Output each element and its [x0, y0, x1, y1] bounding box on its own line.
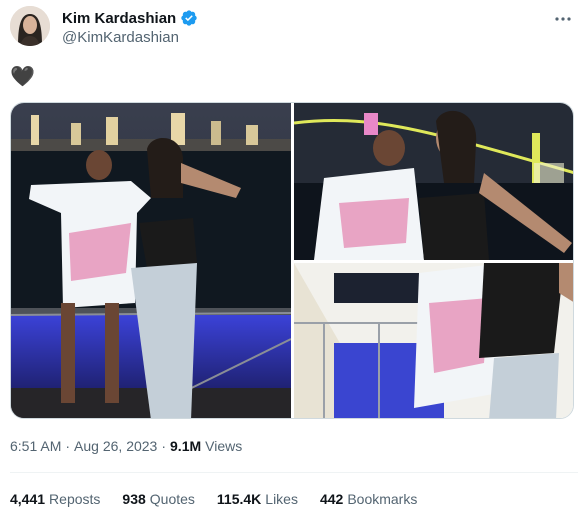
bookmarks-count: 442	[319, 491, 344, 507]
likes-count: 115.4K	[216, 491, 262, 507]
bookmarks-label: Bookmarks	[347, 491, 418, 507]
verified-badge-icon	[180, 9, 198, 27]
reposts-count: 4,441	[10, 491, 46, 507]
photo-3[interactable]	[294, 263, 573, 418]
meta-separator: ·	[161, 438, 167, 454]
photo-1-image	[11, 103, 291, 418]
photo-2-image	[294, 103, 573, 260]
views-count: 9.1M	[170, 438, 202, 454]
tweet-date[interactable]: Aug 26, 2023	[74, 438, 157, 454]
avatar[interactable]	[10, 6, 50, 46]
quotes-stat[interactable]: 938 Quotes	[122, 491, 195, 507]
photo-2[interactable]	[294, 103, 573, 260]
tweet-time[interactable]: 6:51 AM	[10, 438, 61, 454]
tweet-header: Kim Kardashian @KimKardashian	[10, 6, 578, 48]
likes-label: Likes	[265, 491, 298, 507]
display-name[interactable]: Kim Kardashian	[62, 10, 176, 27]
quotes-count: 938	[122, 491, 146, 507]
divider	[10, 472, 578, 473]
name-row: Kim Kardashian	[62, 9, 198, 27]
engagement-stats: 4,441 Reposts 938 Quotes 115.4K Likes 442 Bo…	[10, 491, 439, 507]
reposts-label: Reposts	[49, 491, 101, 507]
meta-separator: ·	[65, 438, 71, 454]
photo-1[interactable]	[11, 103, 291, 418]
tweet-meta: 6:51 AM · Aug 26, 2023 · 9.1M Views	[10, 438, 242, 454]
quotes-label: Quotes	[149, 491, 195, 507]
media-grid	[10, 102, 574, 419]
photo-3-image	[294, 263, 573, 418]
likes-stat[interactable]: 115.4K Likes	[217, 491, 298, 507]
reposts-stat[interactable]: 4,441 Reposts	[10, 491, 100, 507]
avatar-image	[10, 6, 50, 46]
tweet-text: 🖤	[10, 66, 35, 88]
views-label: Views	[205, 438, 243, 454]
user-handle[interactable]: @KimKardashian	[62, 29, 179, 46]
more-options-icon[interactable]	[552, 8, 574, 30]
bookmarks-stat[interactable]: 442 Bookmarks	[320, 491, 417, 507]
